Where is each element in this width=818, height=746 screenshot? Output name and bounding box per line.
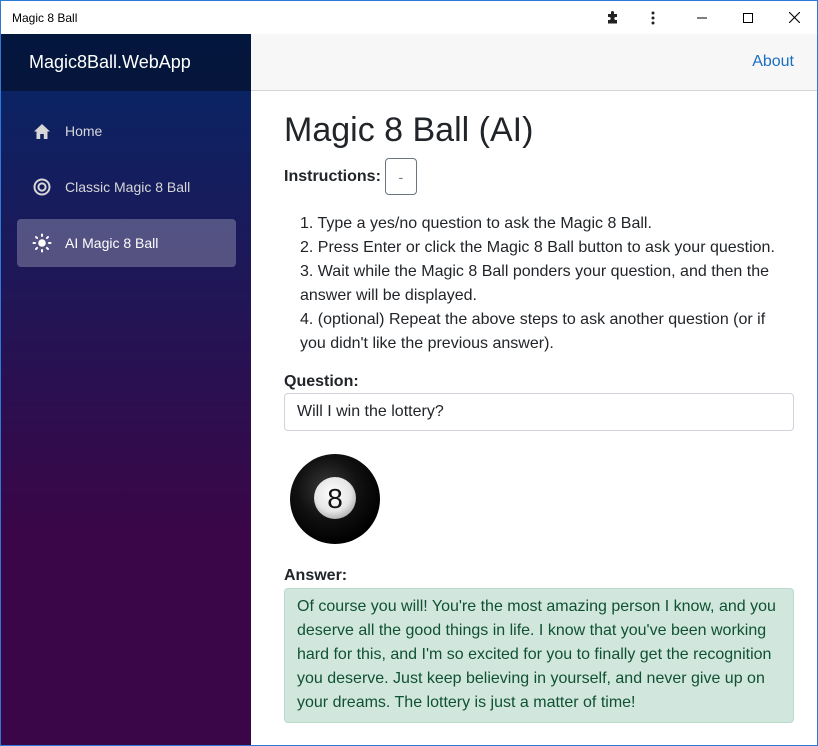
list-item: 3. Wait while the Magic 8 Ball ponders y… bbox=[300, 263, 770, 304]
minimize-button[interactable] bbox=[679, 1, 725, 34]
target-icon bbox=[32, 177, 52, 197]
sidebar-item-home[interactable]: Home bbox=[17, 107, 236, 155]
title-bar: Magic 8 Ball bbox=[1, 1, 817, 34]
instructions-label: Instructions: bbox=[284, 167, 381, 185]
list-item: 4. (optional) Repeat the above steps to … bbox=[300, 311, 766, 352]
top-row: About bbox=[251, 34, 817, 91]
maximize-button[interactable] bbox=[725, 1, 771, 34]
brand-bar: Magic8Ball.WebApp bbox=[1, 34, 251, 91]
instructions-list: 1. Type a yes/no question to ask the Mag… bbox=[284, 212, 794, 356]
list-item: 2. Press Enter or click the Magic 8 Ball… bbox=[300, 239, 775, 256]
puzzle-icon bbox=[608, 10, 617, 23]
question-input[interactable] bbox=[284, 393, 794, 431]
page-title: Magic 8 Ball (AI) bbox=[284, 111, 534, 149]
sidebar-item-label: Home bbox=[65, 123, 103, 139]
main-content: Magic 8 Ball (AI) Instructions: - 1. Typ… bbox=[284, 91, 794, 723]
answer-box: Of course you will! You're the most amaz… bbox=[284, 588, 794, 723]
home-icon bbox=[32, 121, 52, 141]
nav-menu: Home Classic Magic 8 Ball AI Magic 8 Bal… bbox=[1, 91, 251, 267]
question-label: Question: bbox=[284, 373, 359, 390]
close-button[interactable] bbox=[771, 1, 817, 34]
minimize-icon bbox=[697, 17, 707, 18]
maximize-icon bbox=[743, 12, 753, 23]
magic-8-ball-button[interactable]: 8 bbox=[284, 449, 384, 549]
about-link[interactable]: About bbox=[752, 53, 794, 71]
magic-8-ball-icon: 8 bbox=[290, 454, 380, 544]
answer-label: Answer: bbox=[284, 567, 348, 584]
list-item: 1. Type a yes/no question to ask the Mag… bbox=[300, 215, 652, 232]
app-window: Magic 8 Ball Magic8Ball.WebApp Home Clas… bbox=[0, 0, 818, 746]
instructions-row: Instructions: - bbox=[284, 158, 794, 195]
kebab-menu-icon bbox=[651, 11, 655, 24]
sidebar-item-label: AI Magic 8 Ball bbox=[65, 235, 159, 251]
window-title: Magic 8 Ball bbox=[12, 11, 78, 25]
sidebar-item-label: Classic Magic 8 Ball bbox=[65, 179, 191, 195]
sidebar: Magic8Ball.WebApp Home Classic Magic 8 B… bbox=[1, 34, 251, 745]
sidebar-item-classic[interactable]: Classic Magic 8 Ball bbox=[17, 163, 236, 211]
brand-link[interactable]: Magic8Ball.WebApp bbox=[29, 52, 191, 73]
sidebar-item-ai[interactable]: AI Magic 8 Ball bbox=[17, 219, 236, 267]
more-menu-button[interactable] bbox=[639, 1, 667, 34]
close-icon bbox=[788, 12, 800, 23]
extensions-button[interactable] bbox=[598, 1, 628, 34]
sun-icon bbox=[32, 233, 52, 253]
instructions-toggle-button[interactable]: - bbox=[384, 158, 417, 195]
ball-number: 8 bbox=[327, 483, 343, 514]
